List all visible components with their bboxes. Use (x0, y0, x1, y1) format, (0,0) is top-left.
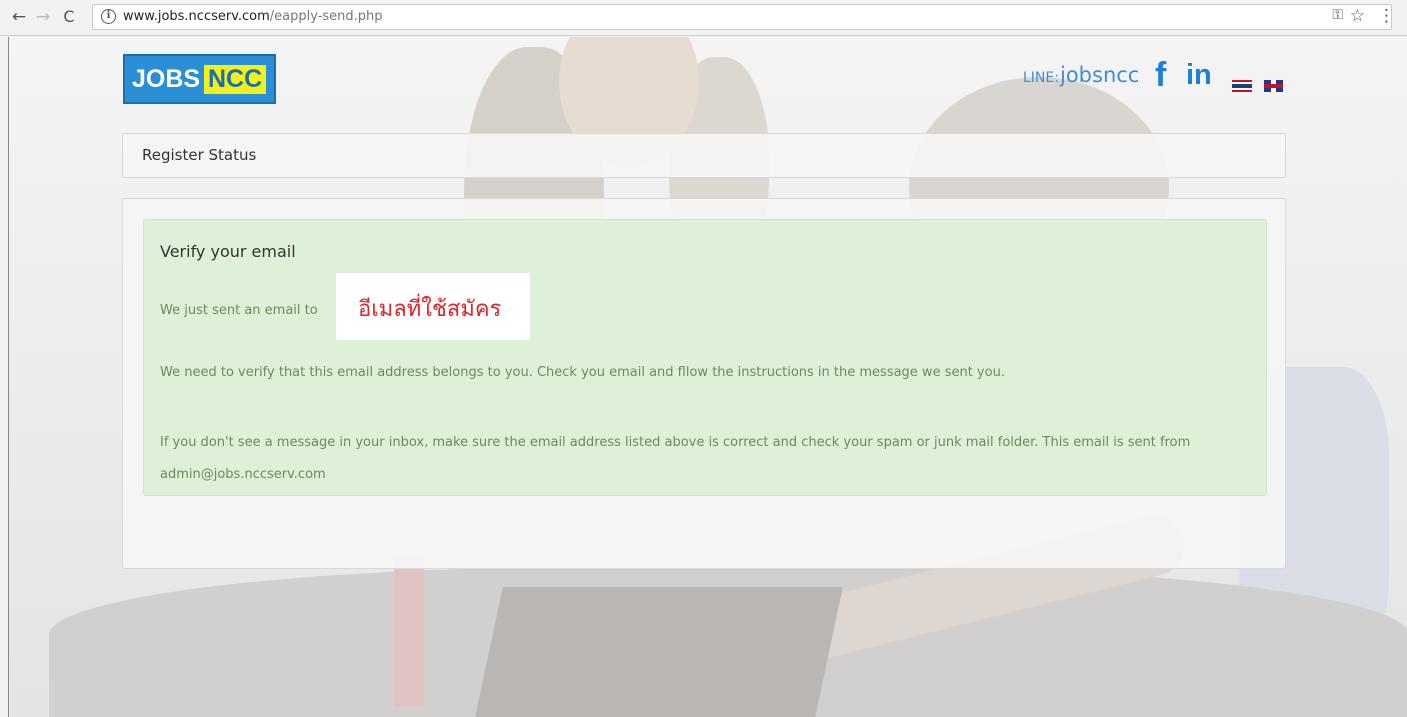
line-id-link[interactable]: jobsncc (1060, 63, 1139, 87)
alert-title: Verify your email (160, 242, 296, 261)
line-label: LINE: (1023, 70, 1059, 86)
register-status-heading: Register Status (122, 133, 1286, 178)
browser-menu-icon[interactable]: ⋮ (1378, 6, 1395, 26)
url-path: /eapply-send.php (269, 9, 383, 24)
info-icon[interactable]: i (101, 9, 116, 24)
forward-icon[interactable]: → (32, 6, 54, 28)
content-panel: Verify your email We just sent an email … (122, 198, 1286, 569)
page-viewport: JOBS NCC LINE: jobsncc f in Register Sta… (8, 37, 1407, 717)
email-sent-text: We just sent an email to (160, 303, 318, 318)
success-alert: Verify your email We just sent an email … (143, 219, 1267, 496)
back-icon[interactable]: ← (8, 6, 30, 28)
uk-flag-icon[interactable] (1264, 80, 1283, 92)
address-bar[interactable]: i www.jobs.nccserv.com/eapply-send.php ⚿… (92, 4, 1392, 30)
logo-text-jobs: JOBS (132, 65, 201, 93)
site-logo[interactable]: JOBS NCC (123, 54, 276, 104)
email-placeholder-box: อีเมลที่ใช้สมัคร (336, 273, 530, 340)
background-photo (475, 587, 843, 717)
logo-text-ncc: NCC (204, 65, 267, 94)
key-icon[interactable]: ⚿ (1332, 7, 1343, 23)
bookmark-star-icon[interactable]: ☆ (1350, 6, 1365, 26)
thai-flag-icon[interactable] (1232, 80, 1252, 92)
background-photo (394, 557, 424, 707)
reload-icon[interactable]: C (58, 6, 80, 28)
linkedin-icon[interactable]: in (1186, 59, 1212, 92)
page-title: Register Status (142, 146, 257, 164)
spam-hint-text: If you don't see a message in your inbox… (160, 435, 1191, 482)
browser-toolbar: ← → C i www.jobs.nccserv.com/eapply-send… (0, 0, 1407, 36)
url-host: www.jobs.nccserv.com (123, 9, 270, 24)
email-placeholder-text: อีเมลที่ใช้สมัคร (358, 297, 502, 322)
facebook-icon[interactable]: f (1155, 56, 1166, 95)
url-text[interactable]: www.jobs.nccserv.com/eapply-send.php (123, 9, 383, 24)
verify-instructions-text: We need to verify that this email addres… (160, 365, 1005, 380)
